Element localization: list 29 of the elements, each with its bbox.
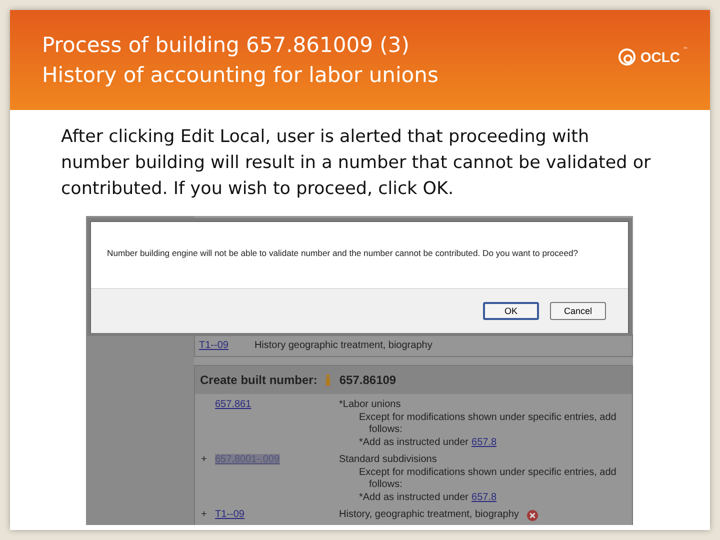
remove-icon[interactable] <box>526 510 538 521</box>
dialog-message: Number building engine will not be able to validate number and the number cannot be contributed. Do you want to proceed? <box>106 247 580 260</box>
slide-title: History of accounting for labor unions <box>42 62 438 89</box>
logo-icon <box>617 47 638 67</box>
logo-text: OCLC <box>640 49 680 65</box>
class-number-link[interactable]: T1--09 <box>199 340 228 350</box>
slide-title: Process of building 657.861009 (3) <box>42 32 410 59</box>
person-icon <box>325 374 332 386</box>
instruction-text: *Add as instructed under <box>359 436 469 449</box>
note-text: Except for modifications shown under specific entries, add <box>359 466 616 479</box>
caption-text: *Labor unions <box>339 399 401 412</box>
note-text: follows: <box>369 424 402 436</box>
built-number-value: 657.86109 <box>339 373 396 387</box>
caption-text: History geographic treatment, biography <box>254 340 432 350</box>
class-number-link[interactable]: 657.861 <box>215 399 252 410</box>
expand-toggle[interactable]: + <box>201 509 207 520</box>
caption-text: History, geographic treatment, biography <box>339 509 519 522</box>
dialog-button[interactable]: OK <box>483 302 539 320</box>
dialog-button[interactable]: Cancel <box>550 302 606 320</box>
note-text: follows: <box>369 479 402 492</box>
expand-toggle[interactable]: + <box>201 454 207 465</box>
header-label: Create built number: <box>200 373 318 387</box>
class-number-link[interactable]: 657.8 <box>472 436 497 449</box>
class-number-link[interactable]: T1--09 <box>215 509 244 520</box>
slide-text: After clicking Edit Local, user is alerted that proceeding with number building will result in a number that cannot be validated or contributed. If you wish to proceed, click OK. <box>61 126 651 201</box>
note-text: Except for modifications shown under specific entries, add <box>359 412 616 424</box>
instruction-text: *Add as instructed under <box>359 492 469 504</box>
caption-text: Standard subdivisions <box>339 454 437 466</box>
class-number-link[interactable]: 657.8 <box>472 492 497 504</box>
